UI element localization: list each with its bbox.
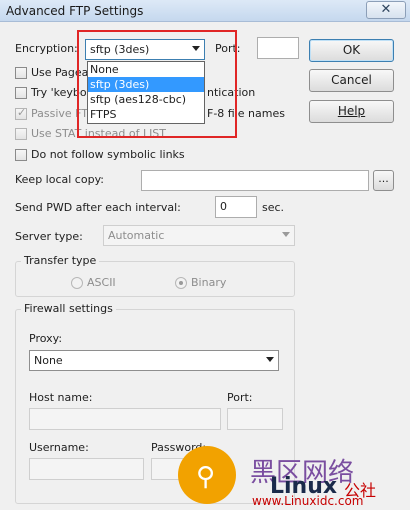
- chevron-down-icon: [266, 357, 274, 362]
- send-pwd-value: 0: [220, 200, 227, 213]
- dropdown-option-none[interactable]: None: [88, 62, 204, 77]
- passive-checkbox[interactable]: [15, 106, 27, 120]
- close-button[interactable]: ✕: [366, 1, 406, 19]
- try-keyboard-checkbox[interactable]: [15, 87, 27, 99]
- firewall-settings-title: Firewall settings: [21, 302, 116, 315]
- username-input[interactable]: [29, 458, 144, 480]
- close-icon: ✕: [380, 2, 392, 17]
- dropdown-option-sftp-3des[interactable]: sftp (3des): [88, 77, 204, 92]
- send-pwd-unit: sec.: [262, 201, 285, 214]
- window-title: Advanced FTP Settings: [6, 4, 144, 18]
- keep-local-copy-input[interactable]: [141, 170, 369, 191]
- username-label: Username:: [29, 441, 89, 454]
- try-keyboard-label: Try 'keybo: [31, 86, 87, 99]
- help-button[interactable]: Help: [309, 100, 394, 123]
- ok-button[interactable]: OK: [309, 39, 394, 62]
- use-pageant-checkbox[interactable]: [15, 67, 27, 79]
- do-not-follow-checkbox[interactable]: [15, 149, 27, 161]
- port-label: Port:: [215, 42, 241, 55]
- encryption-select[interactable]: sftp (3des): [85, 39, 205, 60]
- port-input[interactable]: [257, 37, 299, 59]
- encryption-selected-value: sftp (3des): [90, 43, 150, 56]
- chevron-down-icon: [192, 46, 200, 51]
- ascii-radio[interactable]: [71, 277, 83, 289]
- server-type-label: Server type:: [15, 230, 83, 243]
- ascii-label: ASCII: [87, 276, 116, 289]
- dropdown-option-sftp-aes128[interactable]: sftp (aes128-cbc): [88, 92, 204, 107]
- use-stat-checkbox[interactable]: [15, 128, 27, 140]
- passive-label: Passive FT: [31, 107, 89, 120]
- host-name-label: Host name:: [29, 391, 93, 404]
- use-stat-label: Use STAT instead of LIST: [31, 127, 167, 140]
- firewall-port-label: Port:: [227, 391, 253, 404]
- server-type-select[interactable]: Automatic: [103, 225, 295, 246]
- use-pageant-label: Use Pagea: [31, 66, 89, 79]
- browse-button[interactable]: ...: [373, 170, 394, 191]
- send-pwd-input[interactable]: 0: [215, 196, 257, 218]
- binary-label: Binary: [191, 276, 227, 289]
- encryption-dropdown-list: None sftp (3des) sftp (aes128-cbc) FTPS: [87, 61, 205, 124]
- utf8-label-tail: F-8 file names: [207, 107, 285, 120]
- host-name-input[interactable]: [29, 408, 221, 430]
- dropdown-option-ftps[interactable]: FTPS: [88, 107, 204, 122]
- key-icon: ⚲: [196, 462, 216, 492]
- chevron-down-icon: [282, 232, 290, 237]
- firewall-port-input[interactable]: [227, 408, 283, 430]
- proxy-label: Proxy:: [29, 332, 63, 345]
- proxy-value: None: [34, 354, 63, 367]
- watermark-url: www.Linuxidc.com: [252, 494, 364, 508]
- server-type-value: Automatic: [108, 229, 165, 242]
- transfer-type-title: Transfer type: [21, 254, 100, 267]
- proxy-select[interactable]: None: [29, 350, 279, 371]
- send-pwd-label: Send PWD after each interval:: [15, 201, 181, 214]
- help-button-label: Help: [337, 104, 366, 118]
- encryption-label: Encryption:: [15, 42, 78, 55]
- keep-local-copy-label: Keep local copy:: [15, 173, 104, 186]
- title-bar: Advanced FTP Settings ✕: [0, 0, 410, 22]
- binary-radio[interactable]: [175, 277, 187, 289]
- try-keyboard-label-tail: ntication: [207, 86, 256, 99]
- do-not-follow-label: Do not follow symbolic links: [31, 148, 185, 161]
- cancel-button[interactable]: Cancel: [309, 69, 394, 92]
